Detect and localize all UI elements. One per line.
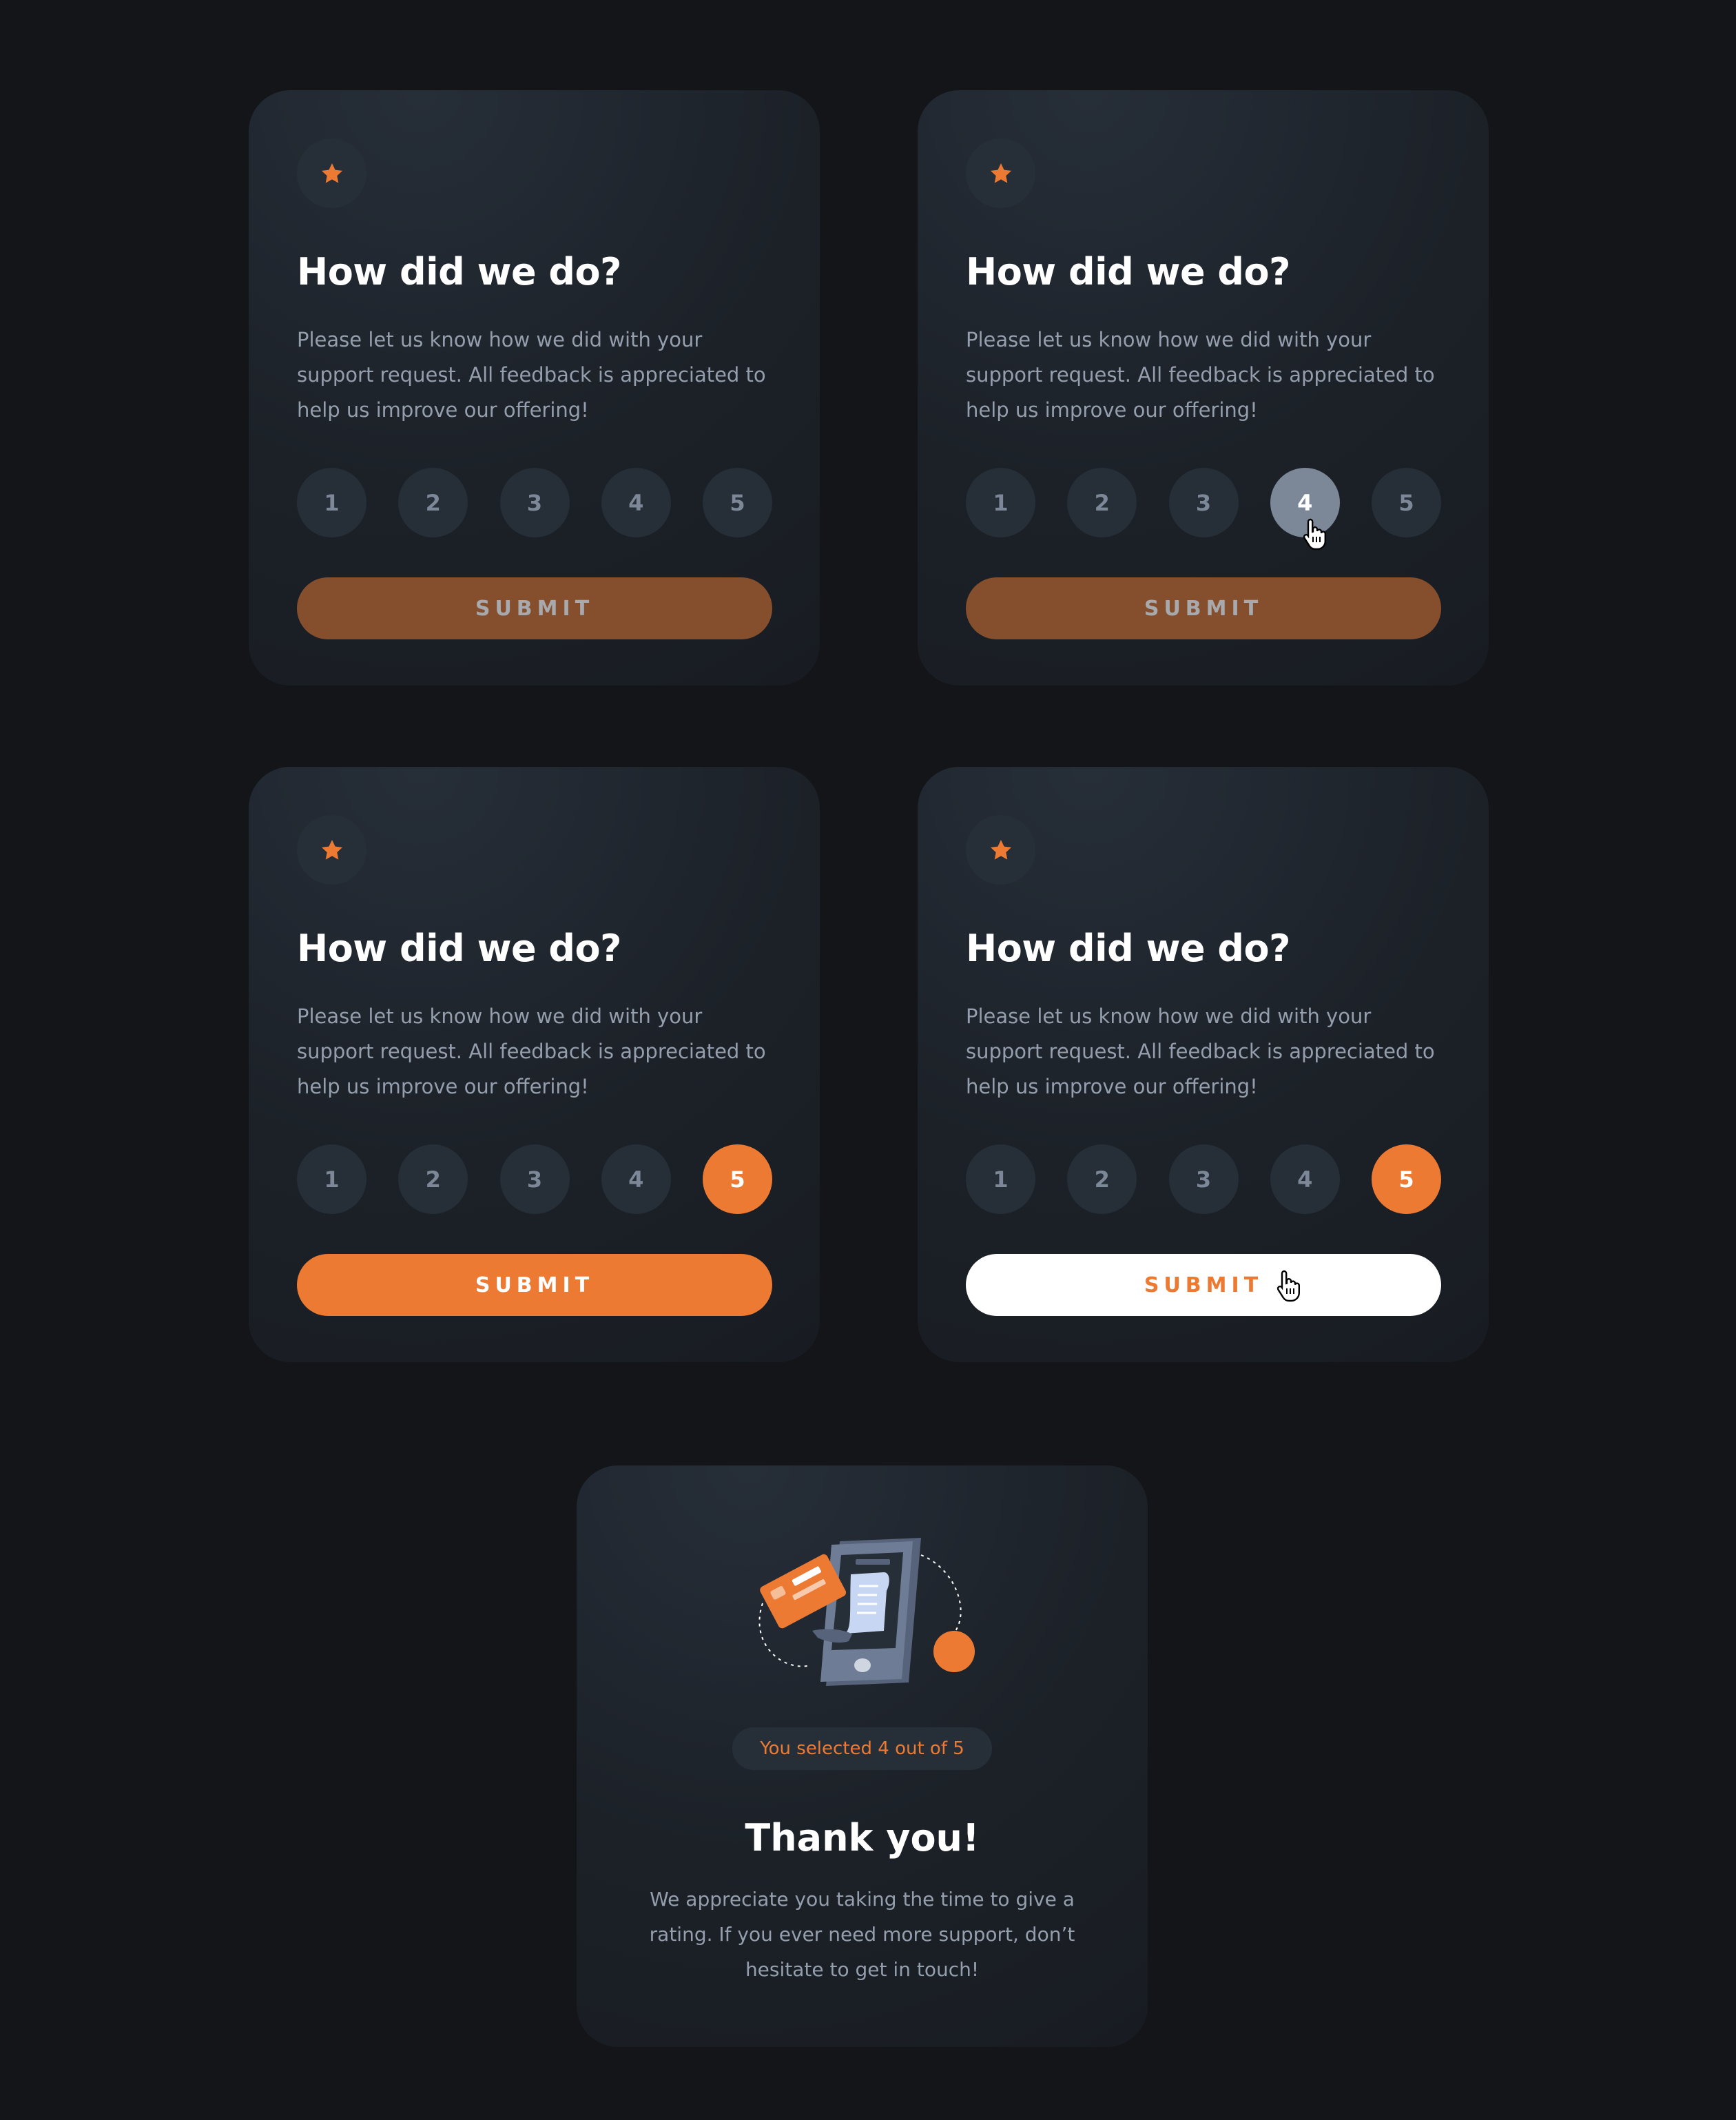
hand-cursor-icon (1277, 1270, 1300, 1302)
rating-button-3[interactable]: 3 (499, 468, 570, 537)
rating-card-hover-rating: How did we do? Please let us know how we… (918, 90, 1489, 686)
card-title: How did we do? (297, 927, 621, 970)
rating-options: 1 2 3 4 5 (966, 1144, 1441, 1214)
hand-cursor-icon (1303, 518, 1326, 550)
rating-button-2[interactable]: 2 (1067, 1144, 1137, 1214)
card-description: Please let us know how we did with your … (966, 328, 1435, 422)
star-icon-badge (297, 815, 366, 885)
rating-button-4[interactable]: 4 (601, 468, 671, 537)
rating-button-4[interactable]: 4 (1270, 468, 1340, 550)
submit-button[interactable]: SUBMIT (966, 1254, 1441, 1316)
rating-card-hover-submit: How did we do? Please let us know how we… (918, 767, 1489, 1362)
rating-button-3[interactable]: 3 (1168, 1144, 1239, 1214)
rating-button-1[interactable]: 1 (966, 1144, 1035, 1214)
card-description: Please let us know how we did with your … (297, 328, 766, 422)
thank-you-description: We appreciate you taking the time to giv… (649, 1888, 1075, 1981)
rating-options: 1 2 3 4 5 (297, 468, 772, 537)
card-description: Please let us know how we did with your … (297, 1005, 766, 1098)
star-icon (321, 163, 342, 183)
rating-button-4[interactable]: 4 (601, 1144, 671, 1214)
star-icon (990, 163, 1011, 183)
submit-button[interactable]: SUBMIT (297, 1254, 772, 1316)
rating-card-default: How did we do? Please let us know how we… (249, 90, 820, 686)
rating-options: 1 2 3 4 5 (297, 1144, 772, 1214)
star-icon-badge (966, 815, 1035, 885)
rating-button-1[interactable]: 1 (297, 1144, 366, 1214)
thank-you-title: Thank you! (745, 1816, 980, 1860)
rating-button-1[interactable]: 1 (966, 468, 1035, 537)
rating-options: 1 2 3 4 5 (966, 468, 1441, 550)
rating-button-5[interactable]: 5 (1372, 1144, 1441, 1214)
submit-button[interactable]: SUBMIT (297, 577, 772, 639)
rating-button-5[interactable]: 5 (703, 468, 772, 537)
rating-button-3[interactable]: 3 (499, 1144, 570, 1214)
rating-button-2[interactable]: 2 (398, 468, 468, 537)
star-icon-badge (966, 138, 1035, 208)
rating-button-3[interactable]: 3 (1168, 468, 1239, 537)
rating-label: 4 (1297, 489, 1313, 516)
rating-button-4[interactable]: 4 (1270, 1144, 1340, 1214)
submit-button[interactable]: SUBMIT (966, 577, 1441, 639)
star-icon (321, 839, 342, 860)
phone-payment-illustration (758, 1538, 975, 1686)
thank-you-card: You selected 4 out of 5 Thank you! We ap… (577, 1465, 1148, 2047)
card-description: Please let us know how we did with your … (966, 1005, 1435, 1098)
card-title: How did we do? (297, 250, 621, 294)
rating-button-2[interactable]: 2 (398, 1144, 468, 1214)
rating-button-1[interactable]: 1 (297, 468, 366, 537)
rating-button-5[interactable]: 5 (1372, 468, 1441, 537)
rating-button-5[interactable]: 5 (703, 1144, 772, 1214)
star-icon-badge (297, 138, 366, 208)
rating-button-2[interactable]: 2 (1067, 468, 1137, 537)
star-icon (990, 839, 1011, 860)
card-title: How did we do? (966, 927, 1290, 970)
card-title: How did we do? (966, 250, 1290, 294)
selected-rating-badge: You selected 4 out of 5 (732, 1727, 992, 1770)
rating-card-selected: How did we do? Please let us know how we… (249, 767, 820, 1362)
submit-label: SUBMIT (1144, 1273, 1263, 1297)
